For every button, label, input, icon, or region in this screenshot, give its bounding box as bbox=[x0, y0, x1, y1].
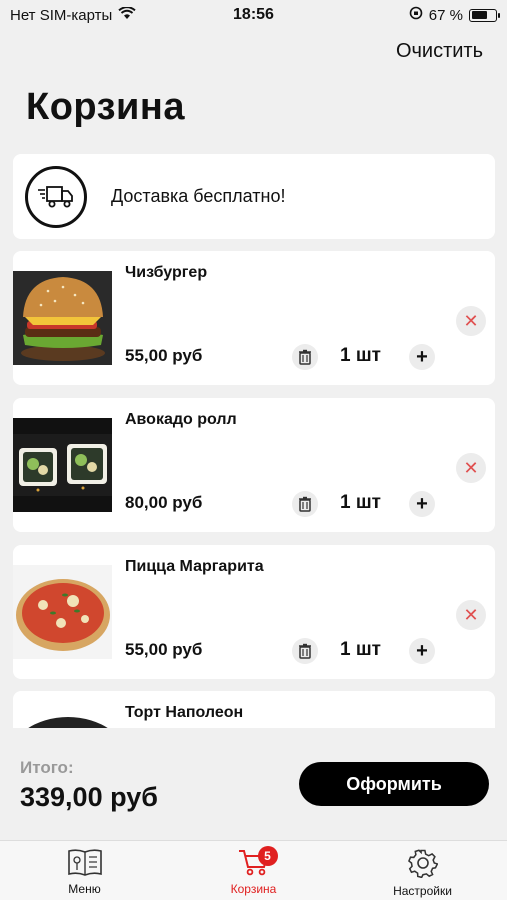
orientation-lock-icon bbox=[409, 6, 423, 24]
increase-quantity-button[interactable]: + bbox=[409, 638, 435, 664]
item-price: 55,00 руб bbox=[125, 346, 203, 365]
burger-image bbox=[13, 271, 112, 365]
increase-quantity-button[interactable]: + bbox=[409, 491, 435, 517]
page-title: Корзина bbox=[26, 86, 185, 128]
delivery-text: Доставка бесплатно! bbox=[111, 186, 286, 206]
total-value: 339,00 руб bbox=[20, 782, 158, 812]
tab-menu[interactable]: Меню bbox=[0, 841, 169, 900]
rolls-image bbox=[13, 418, 112, 512]
carrier-text: Нет SIM-карты bbox=[10, 6, 113, 24]
cart-item: Чизбургер 55,00 руб 1 шт + ✕ bbox=[13, 251, 495, 385]
tab-bar: Меню 5 Корзина Настройки bbox=[0, 840, 507, 900]
item-price: 55,00 руб bbox=[125, 640, 203, 659]
cake-image bbox=[13, 711, 112, 728]
item-quantity: 1 шт bbox=[340, 492, 381, 513]
tab-settings[interactable]: Настройки bbox=[338, 841, 507, 900]
total-bar: Итого: 339,00 руб Оформить bbox=[0, 728, 507, 840]
status-bar: Нет SIM-карты 18:56 67 % bbox=[0, 0, 507, 30]
item-quantity: 1 шт bbox=[340, 639, 381, 660]
remove-item-button[interactable]: ✕ bbox=[456, 306, 486, 336]
gear-icon bbox=[407, 848, 438, 881]
cart-item: Пицца Маргарита 55,00 руб 1 шт + ✕ bbox=[13, 545, 495, 679]
wifi-icon bbox=[118, 5, 136, 24]
battery-percent: 67 % bbox=[428, 6, 463, 24]
item-name: Чизбургер bbox=[125, 264, 208, 281]
trash-icon[interactable] bbox=[292, 344, 318, 370]
item-price: 80,00 руб bbox=[125, 493, 203, 512]
item-name: Пицца Маргарита bbox=[125, 558, 264, 575]
delivery-banner: Доставка бесплатно! bbox=[13, 154, 495, 239]
cart-list[interactable]: Доставка бесплатно! Чизбургер 55,00 руб … bbox=[0, 154, 507, 728]
battery-fill bbox=[471, 11, 487, 19]
checkout-button[interactable]: Оформить bbox=[299, 762, 489, 806]
cart-item: Авокадо ролл 80,00 руб 1 шт + ✕ bbox=[13, 398, 495, 532]
trash-icon[interactable] bbox=[292, 491, 318, 517]
remove-item-button[interactable]: ✕ bbox=[456, 600, 486, 630]
battery-icon bbox=[469, 8, 500, 22]
item-name: Авокадо ролл bbox=[125, 411, 237, 428]
total-label: Итого: bbox=[20, 758, 74, 777]
menu-book-icon bbox=[67, 848, 103, 879]
clear-cart-button[interactable]: Очистить bbox=[396, 40, 483, 63]
cart-badge: 5 bbox=[257, 846, 278, 866]
tab-label: Корзина bbox=[230, 882, 277, 896]
cart-item: Торт Наполеон bbox=[13, 691, 495, 728]
tab-label: Настройки bbox=[393, 884, 452, 898]
remove-item-button[interactable]: ✕ bbox=[456, 453, 486, 483]
status-left: Нет SIM-карты bbox=[10, 5, 136, 24]
item-quantity: 1 шт bbox=[340, 345, 381, 366]
increase-quantity-button[interactable]: + bbox=[409, 344, 435, 370]
status-right: 67 % bbox=[409, 6, 500, 24]
delivery-truck-icon bbox=[25, 165, 87, 228]
tab-label: Меню bbox=[68, 882, 101, 896]
trash-icon[interactable] bbox=[292, 638, 318, 664]
item-name: Торт Наполеон bbox=[125, 704, 244, 721]
tab-cart[interactable]: 5 Корзина bbox=[169, 841, 338, 900]
pizza-image bbox=[13, 565, 112, 659]
